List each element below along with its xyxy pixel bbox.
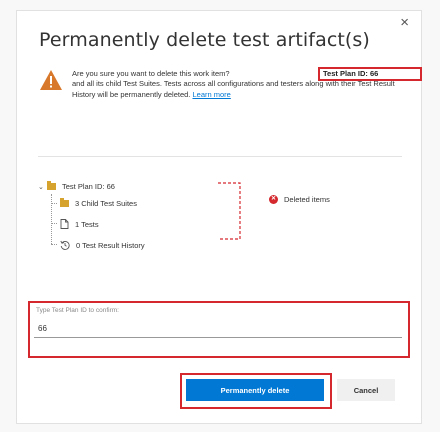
tree-item-suites[interactable]: 3 Child Test Suites — [60, 198, 137, 208]
tree-item-tests[interactable]: 1 Tests — [60, 219, 99, 229]
warning-rest: and all its child Test Suites. Tests acr… — [72, 79, 395, 99]
legend: ✕ Deleted items — [269, 195, 330, 204]
warning-line1: Are you sure you want to delete this wor… — [72, 69, 230, 78]
test-plan-icon — [47, 181, 56, 190]
tree-item-label: 3 Child Test Suites — [75, 199, 137, 208]
tree-connector — [51, 223, 57, 224]
deleted-items-bracket — [218, 182, 241, 240]
close-icon[interactable]: × — [400, 15, 409, 31]
tree-item-history[interactable]: 0 Test Result History — [60, 240, 145, 250]
tree-root[interactable]: ⌄ Test Plan ID: 66 — [38, 181, 115, 191]
tree-connector — [51, 194, 52, 244]
x-circle-icon: ✕ — [269, 195, 278, 204]
confirm-input[interactable] — [34, 320, 402, 338]
test-plan-id-highlight: Test Plan ID: 66 — [318, 67, 422, 81]
confirm-field-group: Type Test Plan ID to confirm: — [28, 301, 410, 358]
tree-item-label: 0 Test Result History — [76, 240, 145, 250]
legend-label: Deleted items — [284, 195, 330, 204]
confirm-label: Type Test Plan ID to confirm: — [36, 307, 119, 314]
warning-icon — [40, 70, 62, 90]
learn-more-link[interactable]: Learn more — [192, 90, 230, 99]
tree-root-label: Test Plan ID: 66 — [62, 182, 115, 191]
permanently-delete-button[interactable]: Permanently delete — [186, 379, 324, 401]
history-icon — [60, 240, 70, 250]
divider — [38, 156, 402, 157]
tree-item-label: 1 Tests — [75, 219, 99, 229]
tree-connector — [51, 244, 57, 245]
tree-connector — [51, 203, 57, 204]
document-icon — [60, 219, 69, 229]
chevron-down-icon[interactable]: ⌄ — [38, 183, 47, 191]
folder-icon — [60, 198, 69, 207]
dialog-title: Permanently delete test artifact(s) — [39, 29, 370, 51]
cancel-button[interactable]: Cancel — [337, 379, 395, 401]
